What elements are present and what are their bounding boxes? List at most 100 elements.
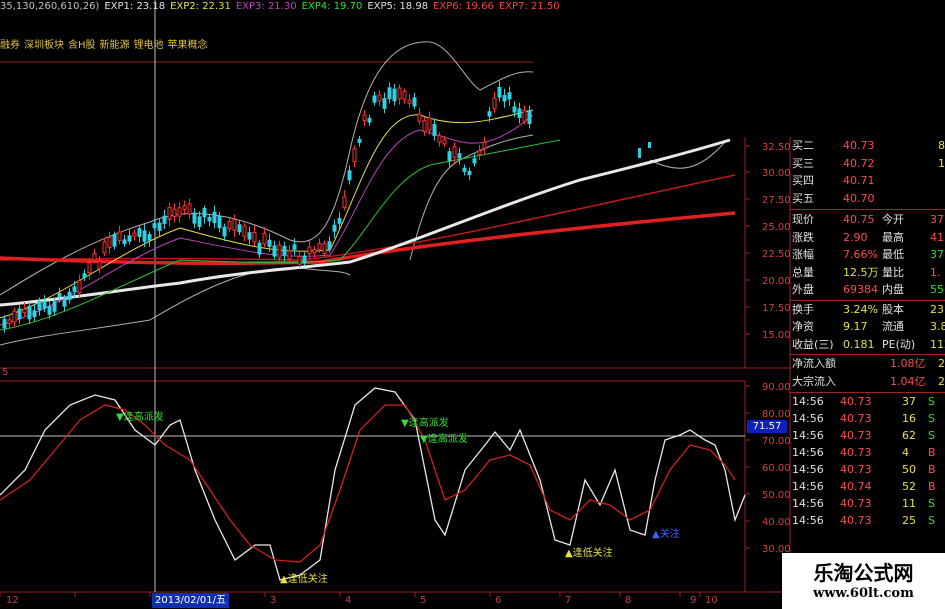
price-axis-label: 25.00 — [762, 222, 791, 233]
stat-value: 37. — [930, 248, 945, 261]
candle-body — [102, 241, 107, 254]
candle-body — [12, 310, 17, 323]
candle-body — [422, 120, 427, 133]
candle-body — [472, 158, 477, 164]
candle-body — [127, 235, 132, 242]
candle-body — [257, 242, 262, 255]
tick-volume: 50 — [902, 463, 916, 476]
tick-volume: 11 — [902, 497, 916, 510]
price-axis-label: 32.50 — [762, 142, 791, 153]
candle-body — [382, 98, 387, 109]
candle-body — [492, 97, 497, 110]
candle-body — [177, 207, 182, 217]
quote-panel: 买二 40.73 8 买三 40.72 1 买四 40.71 买五 40.70 现价 40.75 今开 3… — [790, 137, 945, 547]
tick-price: 40.73 — [840, 412, 872, 425]
candle-body — [22, 308, 27, 314]
date-axis-label: 10 — [705, 595, 718, 606]
stat-value: 1. — [930, 265, 941, 279]
tick-side: S — [928, 514, 935, 527]
candle-body — [182, 205, 187, 210]
candle-body — [7, 319, 12, 325]
stat-label: 现价 — [792, 213, 814, 226]
indicator-axis-label: 70.00 — [762, 436, 791, 447]
order-book-row: 买四 40.71 — [790, 173, 945, 188]
stat-value: 112 — [930, 337, 945, 351]
candle-body — [342, 196, 347, 208]
book-volume: 8 — [938, 139, 945, 152]
candle-body — [347, 170, 352, 181]
stat-row: 总量 12.5万 量比 1. — [790, 265, 945, 280]
candle-body — [252, 231, 257, 243]
tick-side: S — [928, 395, 935, 408]
candle-body — [357, 138, 362, 143]
candle-body — [42, 301, 47, 309]
stat-value: 12.5万 — [843, 265, 879, 279]
candle-body — [417, 113, 422, 122]
date-axis-label: 3 — [270, 595, 277, 606]
tick-price: 40.73 — [840, 395, 872, 408]
flow-value: 1.08亿 — [890, 357, 926, 370]
stat-label: 最低 — [882, 248, 904, 261]
candle-body — [362, 114, 367, 122]
tick-volume: 37 — [902, 395, 916, 408]
candle-body — [332, 224, 337, 232]
candle-body — [237, 224, 242, 233]
stat-label: 涨幅 — [792, 248, 814, 261]
indicator-axis-label: 60.00 — [762, 463, 791, 474]
candle-body — [192, 212, 197, 224]
stat-value: 551 — [930, 283, 945, 296]
site-watermark: 乐淘公式网 www.60lt.com — [782, 553, 945, 609]
candle-body — [397, 87, 402, 100]
signal-buy-3: ▲关注 — [652, 529, 680, 540]
candle-body — [172, 208, 177, 217]
candle-body — [2, 318, 7, 329]
book-label: 买四 — [792, 174, 814, 187]
stat-label: 涨跌 — [792, 230, 814, 244]
indicator-slow-line — [0, 404, 736, 563]
tick-side: B — [928, 463, 936, 476]
tick-volume: 16 — [902, 412, 916, 425]
candle-body — [402, 91, 407, 100]
candle-body — [322, 243, 327, 254]
candle-body — [132, 232, 137, 237]
candle-body — [482, 141, 487, 149]
tick-side: S — [928, 429, 935, 442]
candle-body — [517, 108, 522, 119]
stat-value: 69384 — [843, 283, 878, 296]
candle-body — [287, 250, 292, 260]
candle-body — [412, 97, 417, 107]
date-axis-label: 7 — [565, 595, 572, 606]
candle-body — [47, 306, 52, 315]
candle-body — [157, 222, 162, 232]
stat-label: PE(动) — [882, 337, 916, 351]
book-volume: 1 — [938, 156, 945, 170]
candle-body — [77, 280, 82, 294]
tick-price: 40.73 — [840, 497, 872, 510]
stat-row: 外盘 69384 内盘 551 — [790, 282, 945, 297]
book-price: 40.71 — [843, 174, 875, 187]
candle-body — [367, 117, 372, 123]
tick-row: 14:56 40.73 50 B — [790, 462, 945, 477]
candle-body — [392, 88, 397, 102]
candle-body — [82, 273, 87, 278]
candle-body — [302, 255, 307, 264]
stat-row: 净资 9.17 流通 3.84 — [790, 319, 945, 334]
indicator-axis-label: 40.00 — [762, 517, 791, 528]
signal-sell-3: ▼逢高派发 — [420, 434, 468, 445]
candle-body — [152, 223, 157, 228]
stat-label: 换手 — [792, 302, 814, 316]
candle-body — [202, 208, 207, 218]
candle-body — [437, 135, 442, 143]
stat-label: 股本 — [882, 302, 904, 316]
stat-value: 40.75 — [843, 213, 875, 226]
tick-price: 40.73 — [840, 463, 872, 476]
candle-body — [432, 124, 437, 136]
price-axis-label: 30.00 — [762, 168, 791, 179]
indicator-label: 5 — [2, 367, 9, 378]
candle-body — [92, 252, 97, 261]
candle-body — [87, 262, 92, 274]
stat-value: 9.17 — [843, 320, 868, 333]
book-label: 买五 — [792, 191, 814, 205]
tick-time: 14:56 — [792, 446, 824, 459]
stat-value: 3.84 — [930, 320, 945, 333]
